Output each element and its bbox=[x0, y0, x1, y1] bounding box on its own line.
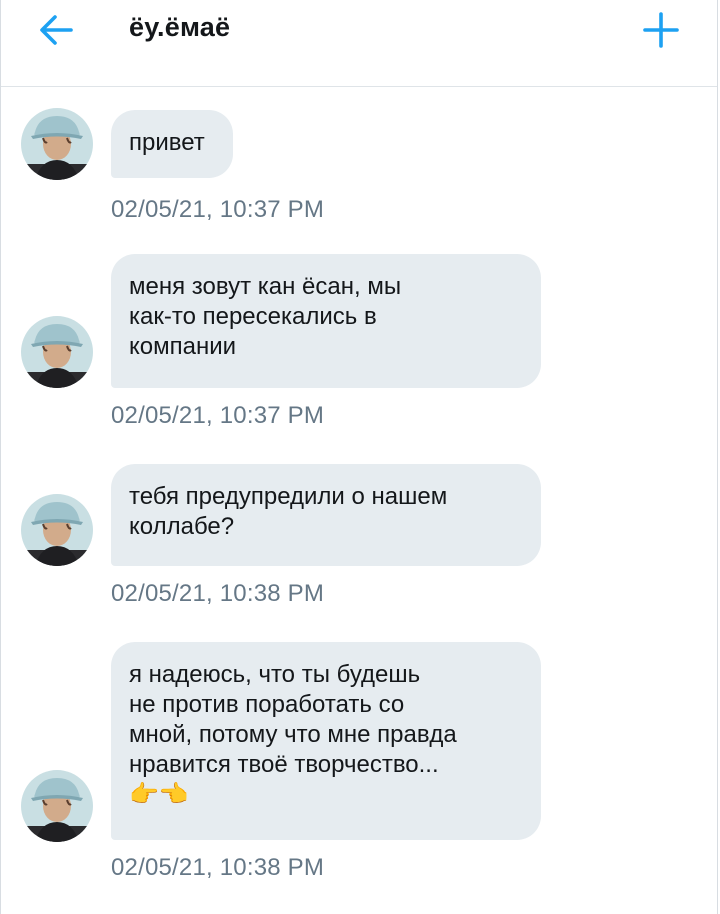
message-text: как-то пересекались в bbox=[129, 303, 377, 330]
conversation-header: ёу.ёмаё bbox=[1, 0, 717, 87]
message-bubble[interactable]: меня зовут кан ёсан, мы как-то пересекал… bbox=[111, 254, 541, 388]
message-text: я надеюсь, что ты будешь bbox=[129, 661, 421, 688]
message-text: меня зовут кан ёсан, мы bbox=[129, 273, 402, 300]
plus-icon bbox=[643, 12, 679, 48]
avatar[interactable] bbox=[21, 316, 93, 388]
conversation-title[interactable]: ёу.ёмаё bbox=[129, 12, 230, 43]
avatar[interactable] bbox=[21, 108, 93, 180]
dm-conversation-screen: ёу.ёмаё привет 02/05/21, 10:37 PM меня з… bbox=[0, 0, 718, 914]
avatar[interactable] bbox=[21, 770, 93, 842]
message-text: компании bbox=[129, 333, 237, 360]
message-text: нравится твоё творчество... bbox=[129, 751, 439, 778]
message-bubble[interactable]: привет bbox=[111, 110, 233, 178]
avatar-image bbox=[21, 494, 93, 566]
avatar-image bbox=[21, 108, 93, 180]
message-text: тебя предупредили о нашем bbox=[129, 483, 448, 510]
emoji-text: 👉👈 bbox=[129, 781, 189, 808]
back-button[interactable] bbox=[35, 8, 79, 52]
message-bubble[interactable]: тебя предупредили о нашем коллабе? bbox=[111, 464, 541, 566]
message-bubble[interactable]: я надеюсь, что ты будешь не против пораб… bbox=[111, 642, 541, 840]
avatar-image bbox=[21, 770, 93, 842]
message-text: не против поработать со bbox=[129, 691, 405, 718]
arrow-left-icon bbox=[40, 15, 73, 45]
new-message-button[interactable] bbox=[639, 8, 683, 52]
avatar[interactable] bbox=[21, 494, 93, 566]
message-timestamp: 02/05/21, 10:38 PM bbox=[111, 580, 325, 607]
message-text: мной, потому что мне правда bbox=[129, 721, 457, 748]
message-timestamp: 02/05/21, 10:38 PM bbox=[111, 854, 325, 881]
message-text: коллабе? bbox=[129, 513, 235, 540]
message-timestamp: 02/05/21, 10:37 PM bbox=[111, 196, 325, 223]
message-timestamp: 02/05/21, 10:37 PM bbox=[111, 402, 325, 429]
message-text: привет bbox=[129, 129, 205, 156]
avatar-image bbox=[21, 316, 93, 388]
